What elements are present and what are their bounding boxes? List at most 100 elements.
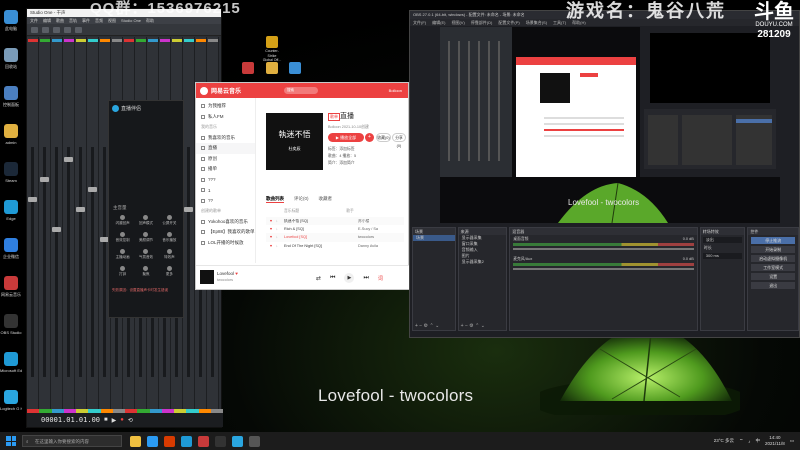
soundcard-button[interactable]: 主播动画 (112, 249, 133, 263)
live-soundcard-panel[interactable]: 直播伴侣 主音量 闪避回声 回声模式 公屏开关 音效控制 美颜调节 音乐播放 主播动画 气氛音… (108, 100, 184, 318)
taskbar-app-icon[interactable] (249, 435, 260, 447)
soundcard-button[interactable]: 聚焦 (135, 266, 156, 280)
soundcard-button[interactable]: 音乐播放 (159, 232, 180, 246)
desktop-shortcut[interactable]: Counter-Strike Global Off... (262, 36, 282, 64)
soundcard-button[interactable]: 闪避回声 (112, 215, 133, 229)
taskbar-app-icon[interactable] (198, 435, 209, 447)
share-button[interactable]: 分享(0) (392, 133, 406, 148)
record-button[interactable]: ● (120, 417, 124, 423)
sidebar-item[interactable]: ?? (196, 196, 255, 207)
sidebar-item[interactable]: 播单 (196, 164, 255, 175)
sidebar-item[interactable]: 原创 (196, 154, 255, 165)
fader-knob[interactable] (28, 197, 37, 202)
obs-menu-item[interactable]: 文件(F) (413, 20, 426, 26)
song-row[interactable]: ♥ ↓ Lovefool [SQ] twocolors (266, 233, 404, 242)
soundcard-button[interactable]: 特效声 (159, 249, 180, 263)
mute-tool-icon[interactable] (75, 26, 82, 33)
sources-dock-buttons[interactable]: + − ⚙ ⌃ ⌄ (461, 323, 485, 329)
arrow-tool-icon[interactable] (31, 26, 38, 33)
desktop-shortcut[interactable]: Steam (0, 162, 22, 192)
netease-music-window[interactable]: 网易云音乐 搜索 Bolloon 为我推荐 私人FM 我的音乐 我喜欢的音乐 直播 原创播… (195, 82, 410, 290)
download-icon[interactable]: ↓ (276, 227, 284, 231)
fader-knob[interactable] (184, 207, 193, 212)
soundcard-button[interactable]: 公屏开关 (159, 215, 180, 229)
studio-menu-item[interactable]: 视图 (108, 18, 116, 24)
source-item[interactable]: 显示器采集2 (459, 259, 507, 265)
lyric-icon[interactable]: 词 (378, 275, 383, 282)
pencil-tool-icon[interactable] (42, 26, 49, 33)
desktop-shortcut[interactable]: 网易云音乐 (0, 276, 22, 306)
volume-slider[interactable] (513, 268, 694, 270)
collect-button[interactable]: 收藏(0) (376, 133, 391, 142)
playlist-tab[interactable]: 收藏者 (319, 196, 333, 203)
control-button[interactable]: 停止推流 (751, 237, 795, 244)
control-button[interactable]: 设置 (751, 273, 795, 280)
obs-menu-item[interactable]: 配置文件(P) (498, 20, 519, 26)
obs-menu-item[interactable]: 编辑(E) (432, 20, 445, 26)
fader-knob[interactable] (76, 207, 85, 212)
download-icon[interactable]: ↓ (276, 235, 284, 239)
control-button[interactable]: 启动虚拟摄像机 (751, 255, 795, 262)
desktop-shortcut[interactable]: admin (0, 124, 22, 154)
next-icon[interactable]: ⏭ (363, 275, 368, 282)
sidebar-item[interactable]: ??? (196, 175, 255, 186)
taskbar-app-icon[interactable] (130, 435, 141, 447)
control-button[interactable]: 工作室模式 (751, 264, 795, 271)
stop-button[interactable]: ■ (104, 417, 108, 423)
sidebar-item[interactable]: 为我推荐 (196, 101, 255, 112)
obs-preview[interactable]: Lovefool - twocolors (440, 27, 780, 223)
fader-knob[interactable] (40, 177, 49, 182)
fader-knob[interactable] (52, 227, 61, 232)
song-row[interactable]: ♥ ↓ End Of The Night [SQ] Danny Avila (266, 242, 404, 250)
sidebar-item[interactable]: 【Ep88】我喜欢的歌单 (196, 227, 255, 238)
network-icon[interactable]: ⌔ (739, 438, 743, 444)
taskbar-clock[interactable]: 14:40 2021/11/8 (765, 435, 785, 447)
studio-menu-item[interactable]: 帮助 (146, 18, 154, 24)
soundcard-button[interactable]: 美颜调节 (135, 232, 156, 246)
split-tool-icon[interactable] (64, 26, 71, 33)
obs-menu-item[interactable]: 工具(T) (553, 20, 566, 26)
desktop-shortcut[interactable]: Microsoft Edge (0, 352, 22, 382)
fader-knob[interactable] (88, 187, 97, 192)
taskbar-search-input[interactable]: ⌕ 在这里输入你要搜索的内容 (22, 435, 122, 447)
song-row[interactable]: ♥ ↓ Rich & [SQ] E-Sucy / Sa (266, 225, 404, 233)
sidebar-item[interactable]: Yokohoo喜欢的音乐 (196, 217, 255, 228)
studio-menu-item[interactable]: 音频 (95, 18, 103, 24)
loop-button[interactable]: ⟲ (128, 417, 133, 424)
desktop-shortcut[interactable]: 企业微信 (0, 238, 22, 268)
like-heart-icon[interactable]: ♥ (266, 227, 276, 231)
desktop-shortcut[interactable]: Edge (0, 200, 22, 230)
song-row[interactable]: ♥ ↓ 执迷不悟 [SQ] 苏小楼 (266, 217, 404, 226)
taskbar-app-icon[interactable] (232, 435, 243, 447)
taskbar-app-icon[interactable] (147, 435, 158, 447)
scenes-dock-buttons[interactable]: + − ⚙ ⌃ ⌄ (415, 323, 439, 329)
like-heart-icon[interactable]: ♥ (266, 244, 276, 248)
notification-icon[interactable]: ▭ (790, 438, 794, 444)
sidebar-item[interactable]: LOL开播的时候放 (196, 238, 255, 249)
desktop-shortcut[interactable]: 此电脑 (0, 10, 22, 40)
like-heart-icon[interactable]: ♥ (266, 219, 276, 223)
play-button[interactable]: ▶ (112, 417, 117, 424)
netease-username[interactable]: Bolloon (389, 88, 402, 93)
playlist-tab[interactable]: 歌曲列表 (266, 196, 284, 203)
desktop-shortcut[interactable]: 控制面板 (0, 86, 22, 116)
studio-menu-item[interactable]: 编辑 (43, 18, 51, 24)
obs-menu-item[interactable]: 视图(V) (451, 20, 464, 26)
eraser-tool-icon[interactable] (53, 26, 60, 33)
taskbar-app-icon[interactable] (164, 435, 175, 447)
windows-start-icon[interactable] (4, 434, 18, 448)
soundcard-button[interactable]: 回声模式 (135, 215, 156, 229)
studio-menu-item[interactable]: 歌曲 (56, 18, 64, 24)
sidebar-item[interactable]: 私人FM (196, 112, 255, 123)
taskbar-app-icon[interactable] (215, 435, 226, 447)
desktop-shortcut[interactable]: 回收站 (0, 48, 22, 78)
volume-icon[interactable]: ♪ (748, 439, 750, 444)
desktop-shortcut[interactable]: OBS Studio (0, 314, 22, 344)
like-heart-icon[interactable]: ♥ (266, 235, 276, 239)
control-button[interactable]: 开始录制 (751, 246, 795, 253)
soundcard-button[interactable]: 气氛音效 (135, 249, 156, 263)
play-pause-icon[interactable]: ▶ (344, 273, 355, 283)
shuffle-icon[interactable]: ⇄ (316, 275, 321, 282)
fader-knob[interactable] (64, 157, 73, 162)
studio-menu-item[interactable]: Studio One (121, 18, 141, 23)
